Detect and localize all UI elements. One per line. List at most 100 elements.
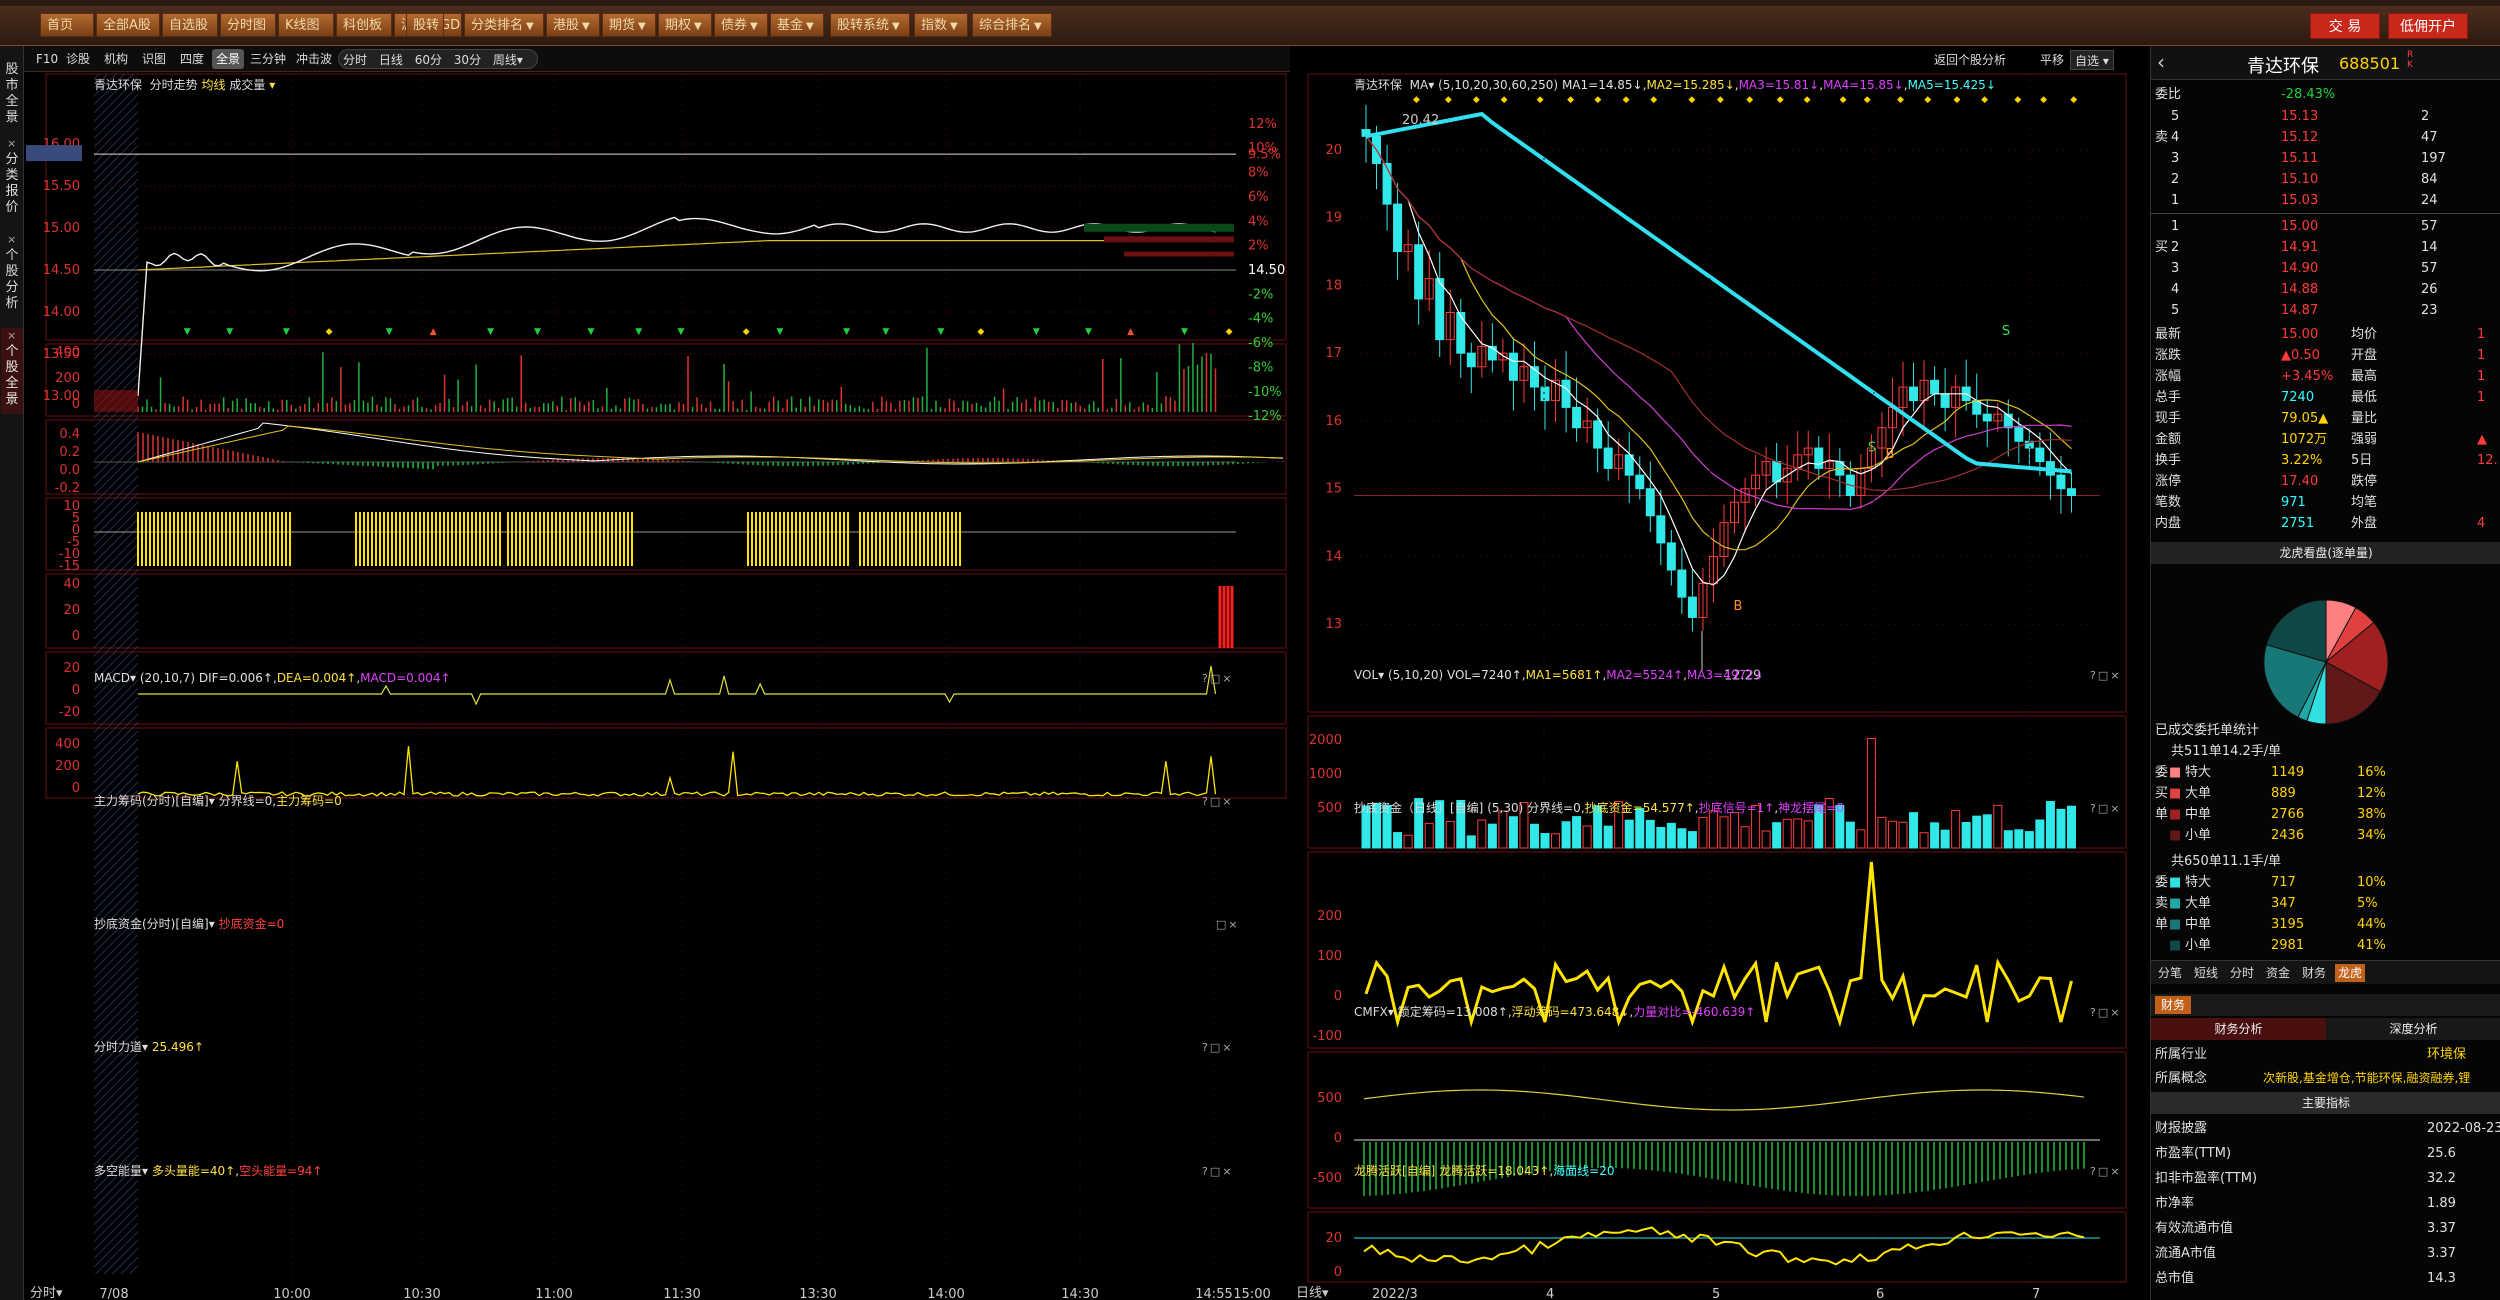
period-tab-timeshare[interactable]: 分时 (343, 53, 367, 67)
menu-options[interactable]: 期权 ▼ (658, 13, 712, 37)
ask-row[interactable]: 5 15.13 2 (2151, 106, 2500, 127)
close-icon[interactable]: × (7, 328, 16, 344)
menu-transfer-system[interactable]: 股转系统 ▼ (830, 13, 910, 37)
tab-four-degree[interactable]: 四度 (176, 49, 208, 69)
bid-row[interactable]: 1 15.00 57 (2151, 216, 2500, 237)
vtab-stock-overview[interactable]: × 个股全景 (1, 328, 23, 414)
quote-row[interactable]: 内盘 2751 外盘 4 (2151, 513, 2500, 534)
tab-finance-analysis[interactable]: 财务分析 (2151, 1018, 2326, 1040)
menu-index[interactable]: 指数 ▼ (914, 13, 968, 37)
menu-kline[interactable]: K线图 (278, 13, 334, 37)
bid-row[interactable]: 3 14.90 57 (2151, 258, 2500, 279)
chevron-down-icon[interactable]: ▾ (517, 53, 523, 67)
pane-controls[interactable]: ?□× (1202, 1041, 1233, 1054)
volume-bar (1877, 816, 1887, 849)
tab-institution[interactable]: 机构 (100, 49, 132, 69)
menu-stock-transfer[interactable]: 股转 (406, 13, 444, 37)
tab-chart-recog[interactable]: 识图 (138, 49, 170, 69)
tab-f10[interactable]: F10 (32, 49, 62, 69)
menu-rank[interactable]: 分类排名 ▼ (464, 13, 544, 37)
buy-stat-row[interactable]: 单 ■ 中单 2766 38% (2151, 804, 2500, 825)
sell-stat-row[interactable]: 单 ■ 中单 3195 44% (2151, 914, 2500, 935)
vtab-stock-analysis[interactable]: × 个股分析 (1, 232, 23, 318)
ask-row[interactable]: 3 15.11 197 (2151, 148, 2500, 169)
bottom-tab[interactable]: 资金 (2263, 964, 2293, 982)
sell-stat-row[interactable]: ■ 小单 2981 41% (2151, 935, 2500, 956)
bottom-tab[interactable]: 龙虎 (2335, 964, 2366, 982)
trade-button[interactable]: 交 易 (2310, 13, 2380, 39)
menu-star[interactable]: 科创板 (336, 13, 392, 37)
tab-diagnose[interactable]: 诊股 (62, 49, 94, 69)
bid-row[interactable]: 买 2 14.91 14 (2151, 237, 2500, 258)
bottom-tab[interactable]: 短线 (2191, 964, 2221, 982)
tab-finance[interactable]: 财务 (2155, 996, 2192, 1014)
bottom-tab[interactable]: 分时 (2227, 964, 2257, 982)
tab-three-minute[interactable]: 三分钟 (246, 49, 290, 69)
chevron-left-icon[interactable]: ‹ (2157, 50, 2165, 74)
buy-stat-row[interactable]: ■ 小单 2436 34% (2151, 825, 2500, 846)
pan-button[interactable]: 平移 (2036, 50, 2068, 70)
menu-funds[interactable]: 基金 ▼ (770, 13, 824, 37)
tab-impact-wave[interactable]: 冲击波 (292, 49, 336, 69)
pane-controls[interactable]: □× (1216, 918, 1240, 931)
period-tab-60m[interactable]: 60分 (415, 53, 442, 67)
pane-controls[interactable]: ?□× (1202, 1165, 1233, 1178)
buy-stat-row[interactable]: 委 ■ 特大 1149 16% (2151, 762, 2500, 783)
quote-row[interactable]: 总手 7240 最低 1 (2151, 387, 2500, 408)
pane-controls[interactable]: ?□× (1202, 672, 1233, 685)
menu-hk[interactable]: 港股 ▼ (546, 13, 600, 37)
ask-row[interactable]: 2 15.10 84 (2151, 169, 2500, 190)
period-tab-daily[interactable]: 日线 (379, 53, 403, 67)
menu-home[interactable]: 首页 (40, 13, 94, 37)
back-to-analysis-link[interactable]: 返回个股分析 (1930, 50, 2010, 70)
open-account-button[interactable]: 低佣开户 (2388, 13, 2468, 39)
quote-row[interactable]: 涨跌 ▲0.50 开盘 1 (2151, 345, 2500, 366)
ask-row[interactable]: 1 15.03 24 (2151, 190, 2500, 211)
ask-row[interactable]: 卖 4 15.12 47 (2151, 127, 2500, 148)
bid-row[interactable]: 5 14.87 23 (2151, 300, 2500, 321)
finance-row[interactable]: 总市值 14.3 (2151, 1268, 2500, 1289)
quote-row[interactable]: 涨停 17.40 跌停 (2151, 471, 2500, 492)
finance-row[interactable]: 市净率 1.89 (2151, 1193, 2500, 1214)
buy-stat-row[interactable]: 买 ■ 大单 889 12% (2151, 783, 2500, 804)
sell-stat-row[interactable]: 委 ■ 特大 717 10% (2151, 872, 2500, 893)
tab-deep-analysis[interactable]: 深度分析 (2326, 1018, 2500, 1040)
menu-timeshare[interactable]: 分时图 (220, 13, 276, 37)
pane-controls[interactable]: ?□× (2090, 802, 2121, 815)
tab-overview[interactable]: 全景 (212, 49, 245, 69)
menu-all-a[interactable]: 全部A股 (96, 13, 160, 37)
pane-controls[interactable]: ?□× (2090, 1165, 2121, 1178)
bottom-tab[interactable]: 财务 (2299, 964, 2329, 982)
bottom-tab[interactable]: 分笔 (2155, 964, 2185, 982)
finance-row[interactable]: 有效流通市值 3.37 (2151, 1218, 2500, 1239)
close-icon[interactable]: × (7, 232, 16, 248)
menu-bonds[interactable]: 债券 ▼ (714, 13, 768, 37)
finance-row[interactable]: 流通A市值 3.37 (2151, 1243, 2500, 1264)
quote-row[interactable]: 笔数 971 均笔 (2151, 492, 2500, 513)
quote-row[interactable]: 换手 3.22% 5日 12. (2151, 450, 2500, 471)
period-tab-30m[interactable]: 30分 (454, 53, 481, 67)
finance-row[interactable]: 财报披露 2022-08-23 (2151, 1118, 2500, 1139)
chevron-down-icon[interactable]: ▾ (269, 78, 275, 92)
bid-row[interactable]: 4 14.88 26 (2151, 279, 2500, 300)
menu-futures[interactable]: 期货 ▼ (602, 13, 656, 37)
right-footer-mode[interactable]: 日线▾ (1296, 1282, 1329, 1300)
pane-controls[interactable]: ?□× (1202, 795, 1233, 808)
left-footer-mode[interactable]: 分时▾ (30, 1282, 63, 1300)
quote-row[interactable]: 金额 1072万 强弱 ▲ (2151, 429, 2500, 450)
quote-row[interactable]: 现手 79.05▲ 量比 (2151, 408, 2500, 429)
finance-row[interactable]: 扣非市盈率(TTM) 32.2 (2151, 1168, 2500, 1189)
watchlist-dropdown[interactable]: 自选 ▾ (2070, 50, 2114, 70)
pane-controls[interactable]: ?□× (2090, 1006, 2121, 1019)
sell-stat-row[interactable]: 卖 ■ 大单 347 5% (2151, 893, 2500, 914)
quote-row[interactable]: 最新 15.00 均价 1 (2151, 324, 2500, 345)
pane-controls[interactable]: ?□× (2090, 669, 2121, 682)
close-icon[interactable]: × (7, 136, 16, 152)
menu-watchlist[interactable]: 自选股 (162, 13, 218, 37)
quote-row[interactable]: 涨幅 +3.45% 最高 1 (2151, 366, 2500, 387)
vtab-market-overview[interactable]: 股市全景 (1, 46, 23, 125)
period-tab-week[interactable]: 周线 (493, 53, 517, 67)
finance-row[interactable]: 市盈率(TTM) 25.6 (2151, 1143, 2500, 1164)
menu-overall-rank[interactable]: 综合排名 ▼ (972, 13, 1052, 37)
vtab-category[interactable]: × 分类报价 (1, 136, 23, 222)
